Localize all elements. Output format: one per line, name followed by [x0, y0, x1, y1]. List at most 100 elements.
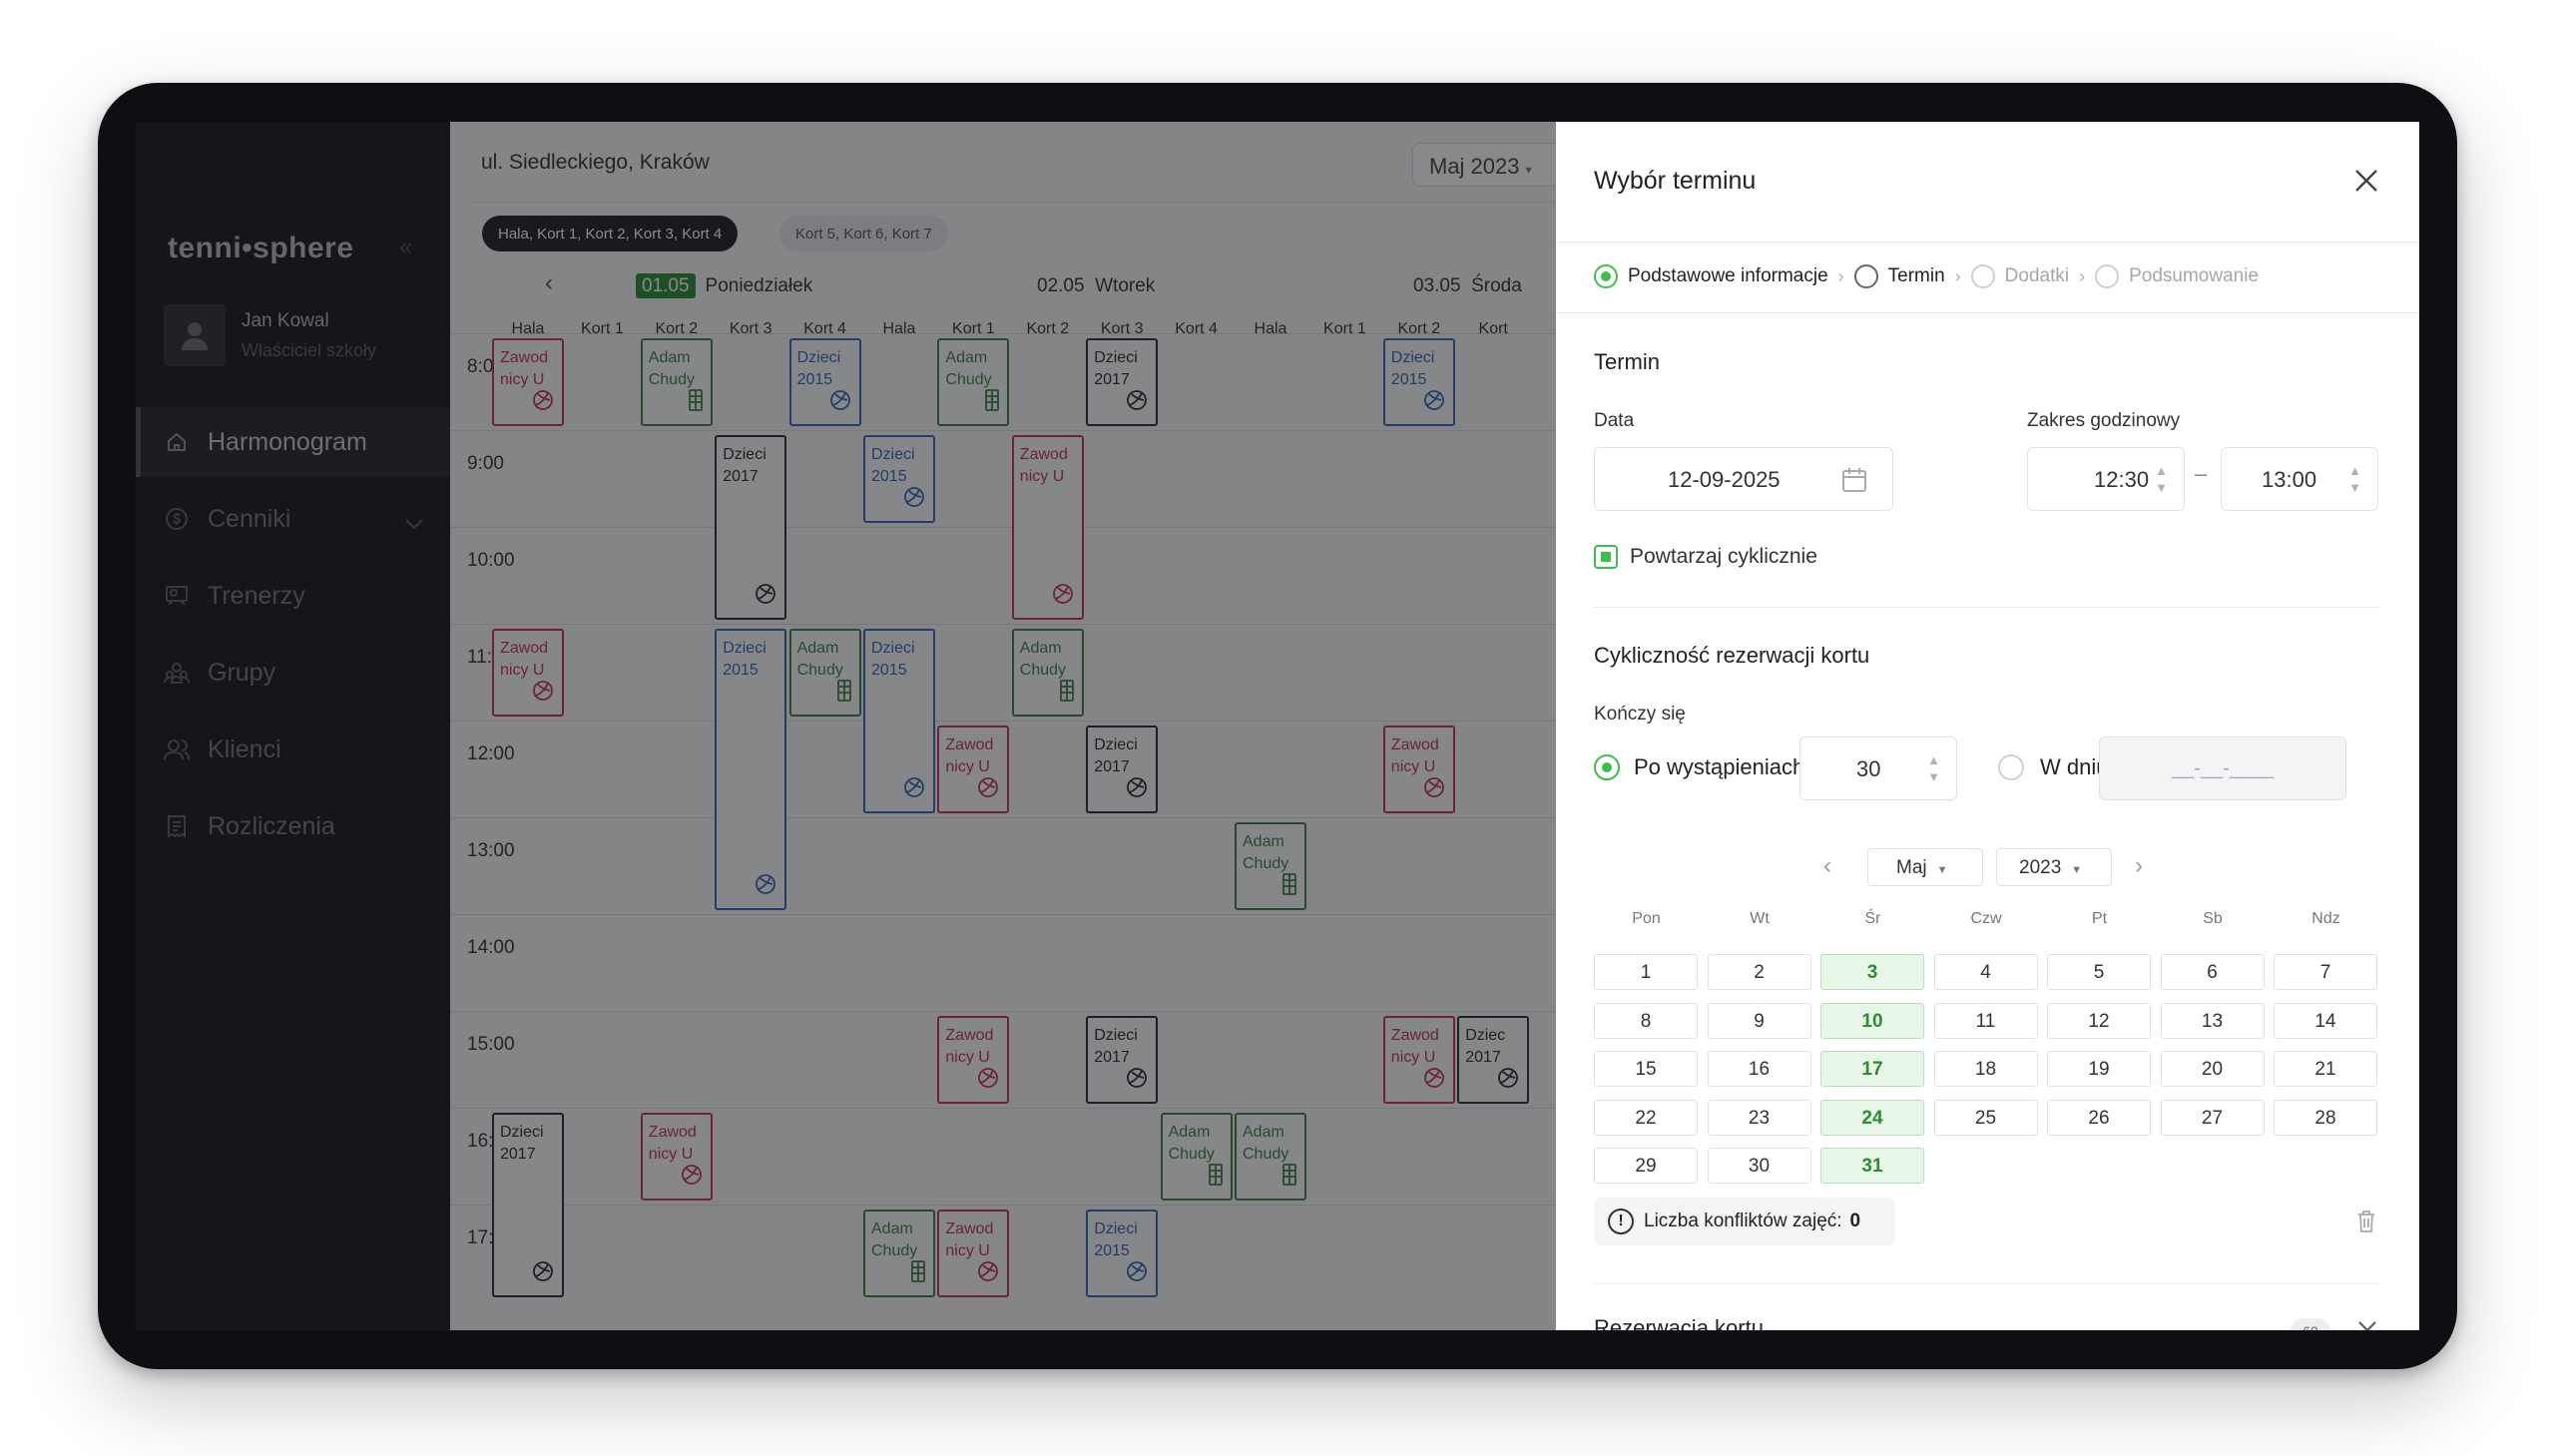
time-to-input[interactable]: 13:00 ▲ ▼ — [2221, 447, 2378, 511]
circle-icon — [2095, 264, 2120, 288]
calendar-day[interactable]: 7 — [2274, 954, 2377, 990]
alert-circle-icon: ! — [1608, 1209, 1634, 1234]
step-label: Dodatki — [2004, 265, 2070, 286]
calendar-day[interactable]: 24 — [1820, 1099, 1924, 1136]
weekday-label: Śr — [1864, 910, 1881, 927]
calendar-day[interactable]: 3 — [1820, 954, 1924, 990]
calendar-day[interactable]: 16 — [1707, 1051, 1811, 1087]
chevron-right-icon: › — [1837, 265, 1844, 286]
reservation-section-title[interactable]: Rezerwacja kortu — [1594, 1315, 1764, 1330]
calendar-day[interactable]: 30 — [1707, 1148, 1811, 1184]
calendar-day[interactable]: 26 — [2047, 1099, 2151, 1136]
chevron-left-icon[interactable]: ‹ — [1823, 852, 1831, 880]
date-label: Data — [1594, 410, 1635, 431]
step-summary[interactable]: Podsumowanie — [2095, 264, 2259, 288]
weekday-label: Czw — [1970, 910, 2002, 927]
conflicts-label: Liczba konfliktów zajęć: — [1644, 1211, 1842, 1231]
calendar-day[interactable]: 5 — [2047, 954, 2151, 990]
occurrences-input[interactable]: 30 ▲ ▼ — [1799, 736, 1957, 800]
calendar-day[interactable]: 23 — [1707, 1099, 1811, 1136]
modal-title: Wybór terminu — [1594, 167, 1757, 195]
chevron-down-icon[interactable] — [2357, 1319, 2377, 1330]
after-occurrences-radio[interactable] — [1594, 754, 1620, 780]
chevron-right-icon: › — [1954, 265, 1961, 286]
weekday-label: Sb — [2203, 910, 2223, 927]
step-label: Termin — [1887, 265, 1945, 286]
step-extras[interactable]: Dodatki — [1970, 264, 2070, 288]
calendar-day[interactable]: 18 — [1933, 1051, 2038, 1087]
calendar-day[interactable]: 27 — [2160, 1099, 2265, 1136]
divider — [1556, 242, 2419, 243]
conflicts-indicator: ! Liczba konfliktów zajęć: 0 — [1594, 1198, 1895, 1245]
repeat-label: Powtarzaj cyklicznie — [1630, 545, 1817, 568]
spinner-icon[interactable]: ▲ ▼ — [2155, 462, 2168, 496]
calendar-day[interactable]: 12 — [2047, 1002, 2151, 1039]
calendar-day[interactable]: 17 — [1820, 1051, 1924, 1087]
calendar-day[interactable]: 6 — [2160, 954, 2265, 990]
spinner-icon[interactable]: ▲ ▼ — [2348, 462, 2361, 496]
step-termin[interactable]: Termin — [1853, 264, 1945, 288]
range-separator: – — [2195, 461, 2208, 486]
check-circle-icon — [1594, 264, 1618, 288]
calendar-day[interactable]: 10 — [1820, 1002, 1924, 1039]
section-title: Termin — [1594, 349, 1661, 374]
weekday-label: Pt — [2091, 910, 2108, 927]
calendar-day[interactable]: 9 — [1707, 1002, 1811, 1039]
calendar-day[interactable]: 28 — [2274, 1099, 2377, 1136]
calendar-day[interactable]: 2 — [1707, 954, 1811, 990]
calendar-day[interactable]: 4 — [1933, 954, 2038, 990]
app-screen: tenni•sphere « Jan Kowal Właściciel szko… — [136, 122, 2419, 1330]
spinner-icon[interactable]: ▲ ▼ — [1927, 751, 1940, 785]
on-day-radio[interactable] — [1998, 754, 2024, 780]
weekday-label: Pon — [1632, 910, 1661, 927]
circle-icon — [1853, 264, 1878, 288]
step-basic-info[interactable]: Podstawowe informacje — [1594, 264, 1828, 288]
calendar-day[interactable]: 13 — [2160, 1002, 2265, 1039]
calendar-day[interactable]: 25 — [1933, 1099, 2038, 1136]
date-value: 12-09-2025 — [1668, 467, 1781, 492]
occurrences-value: 30 — [1856, 756, 1881, 781]
stepper: Podstawowe informacje › Termin › Dodatki… — [1594, 264, 2259, 288]
weekday-label: Wt — [1750, 910, 1770, 927]
modal-backdrop[interactable] — [136, 122, 1556, 1330]
step-label: Podstawowe informacje — [1628, 265, 1828, 286]
weekday-label: Ndz — [2311, 910, 2340, 927]
calendar-month-select[interactable]: Maj ▼ — [1867, 848, 1983, 886]
calendar-month: Maj — [1896, 857, 1927, 878]
end-date-input[interactable]: __-__-____ — [2099, 736, 2346, 800]
calendar-year: 2023 — [2019, 857, 2062, 878]
repeat-checkbox[interactable] — [1594, 545, 1618, 569]
calendar-day[interactable]: 8 — [1594, 1002, 1698, 1039]
calendar-day[interactable]: 22 — [1594, 1099, 1698, 1136]
calendar-icon[interactable] — [1840, 466, 1868, 500]
time-from-input[interactable]: 12:30 ▲ ▼ — [2027, 447, 2185, 511]
trash-icon[interactable] — [2357, 1211, 2375, 1237]
cycle-title: Cykliczność rezerwacji kortu — [1594, 643, 1870, 668]
after-occurrences-label: Po wystąpieniach — [1634, 754, 1805, 779]
date-input[interactable]: 12-09-2025 — [1594, 447, 1893, 511]
circle-icon — [1970, 264, 1995, 288]
divider — [1594, 607, 2379, 608]
chevron-right-icon: › — [2079, 265, 2086, 286]
calendar-day[interactable]: 19 — [2047, 1051, 2151, 1087]
calendar-day[interactable]: 14 — [2274, 1002, 2377, 1039]
calendar-day[interactable]: 20 — [2160, 1051, 2265, 1087]
time-to-value: 13:00 — [2262, 467, 2317, 492]
time-range-label: Zakres godzinowy — [2027, 410, 2181, 431]
calendar-day[interactable]: 31 — [1820, 1148, 1924, 1184]
reservation-count-badge: 60 — [2291, 1318, 2330, 1330]
divider — [1556, 312, 2419, 313]
calendar-day[interactable]: 11 — [1933, 1002, 2038, 1039]
ends-label: Kończy się — [1594, 704, 1686, 725]
time-from-value: 12:30 — [2094, 467, 2150, 492]
close-icon[interactable] — [2349, 164, 2383, 198]
calendar-day[interactable]: 21 — [2274, 1051, 2377, 1087]
date-selection-panel: Wybór terminu Podstawowe informacje › Te… — [1556, 122, 2419, 1330]
calendar-year-select[interactable]: 2023 ▼ — [1996, 848, 2112, 886]
calendar-day[interactable]: 1 — [1594, 954, 1698, 990]
calendar-day[interactable]: 15 — [1594, 1051, 1698, 1087]
conflicts-value: 0 — [1849, 1211, 1861, 1231]
chevron-right-icon[interactable]: › — [2135, 852, 2143, 880]
divider — [1594, 1283, 2379, 1284]
calendar-day[interactable]: 29 — [1594, 1148, 1698, 1184]
